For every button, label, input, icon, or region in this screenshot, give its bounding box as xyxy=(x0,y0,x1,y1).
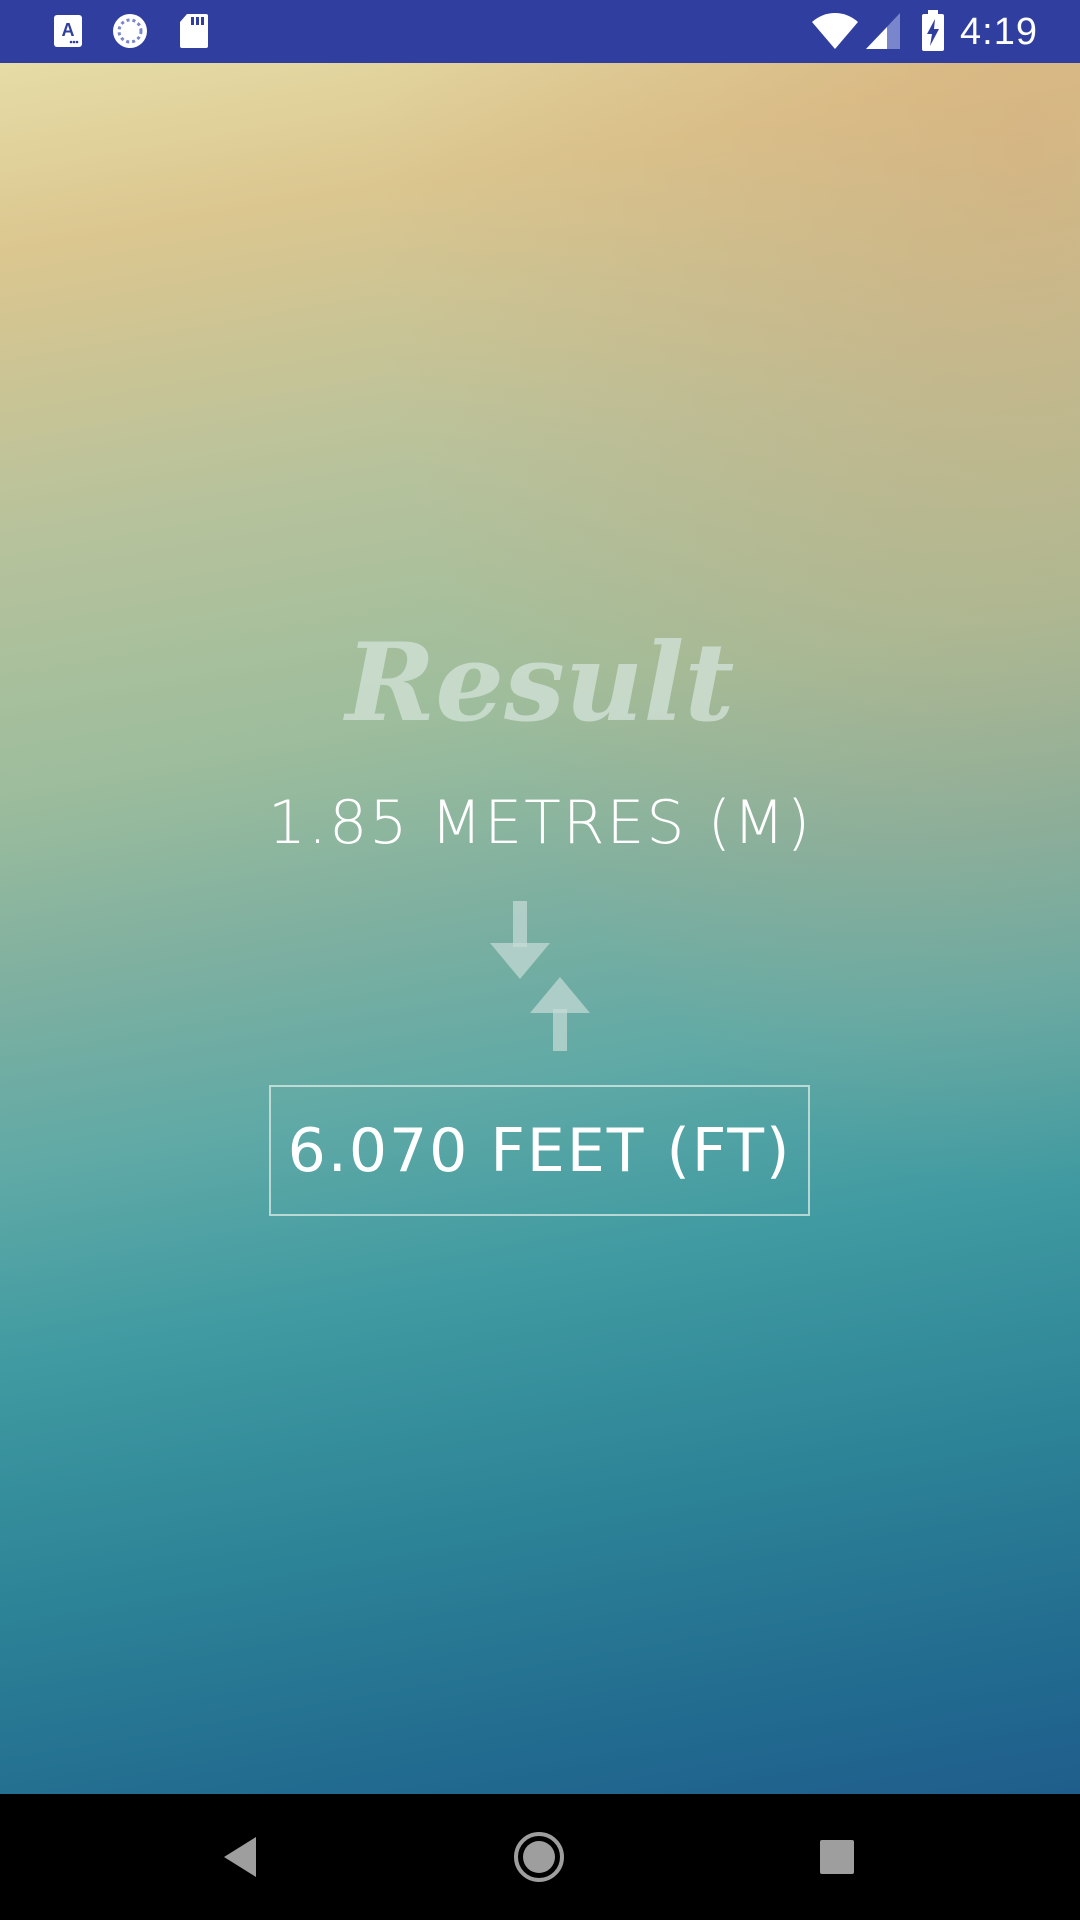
home-icon[interactable] xyxy=(506,1824,572,1890)
result-title: Result xyxy=(345,620,735,746)
wifi-icon xyxy=(810,12,860,50)
navigation-bar xyxy=(0,1794,1080,1920)
sync-icon xyxy=(110,12,150,50)
cell-signal-icon xyxy=(864,12,902,50)
battery-charging-icon xyxy=(920,10,946,51)
result-screen: Result 1.85 METRES (M) 6.070 FEET (FT) xyxy=(0,63,1080,1794)
source-value: 1.85 METRES (M) xyxy=(267,788,813,858)
swap-vertical-arrows-icon[interactable] xyxy=(484,901,596,1051)
converted-result-box[interactable]: 6.070 FEET (FT) xyxy=(269,1085,810,1216)
recents-icon[interactable] xyxy=(804,1824,870,1890)
sd-card-icon xyxy=(178,12,210,50)
app-notification-icon: A xyxy=(52,12,84,50)
back-icon[interactable] xyxy=(207,1824,273,1890)
status-bar: A 4:19 xyxy=(0,0,1080,63)
converted-value: 6.070 FEET (FT) xyxy=(287,1115,792,1186)
screen: A 4:19 Result 1.85 METRES (M) 6.070 FEET… xyxy=(0,0,1080,1920)
svg-text:A: A xyxy=(62,20,75,40)
status-time: 4:19 xyxy=(960,11,1038,53)
